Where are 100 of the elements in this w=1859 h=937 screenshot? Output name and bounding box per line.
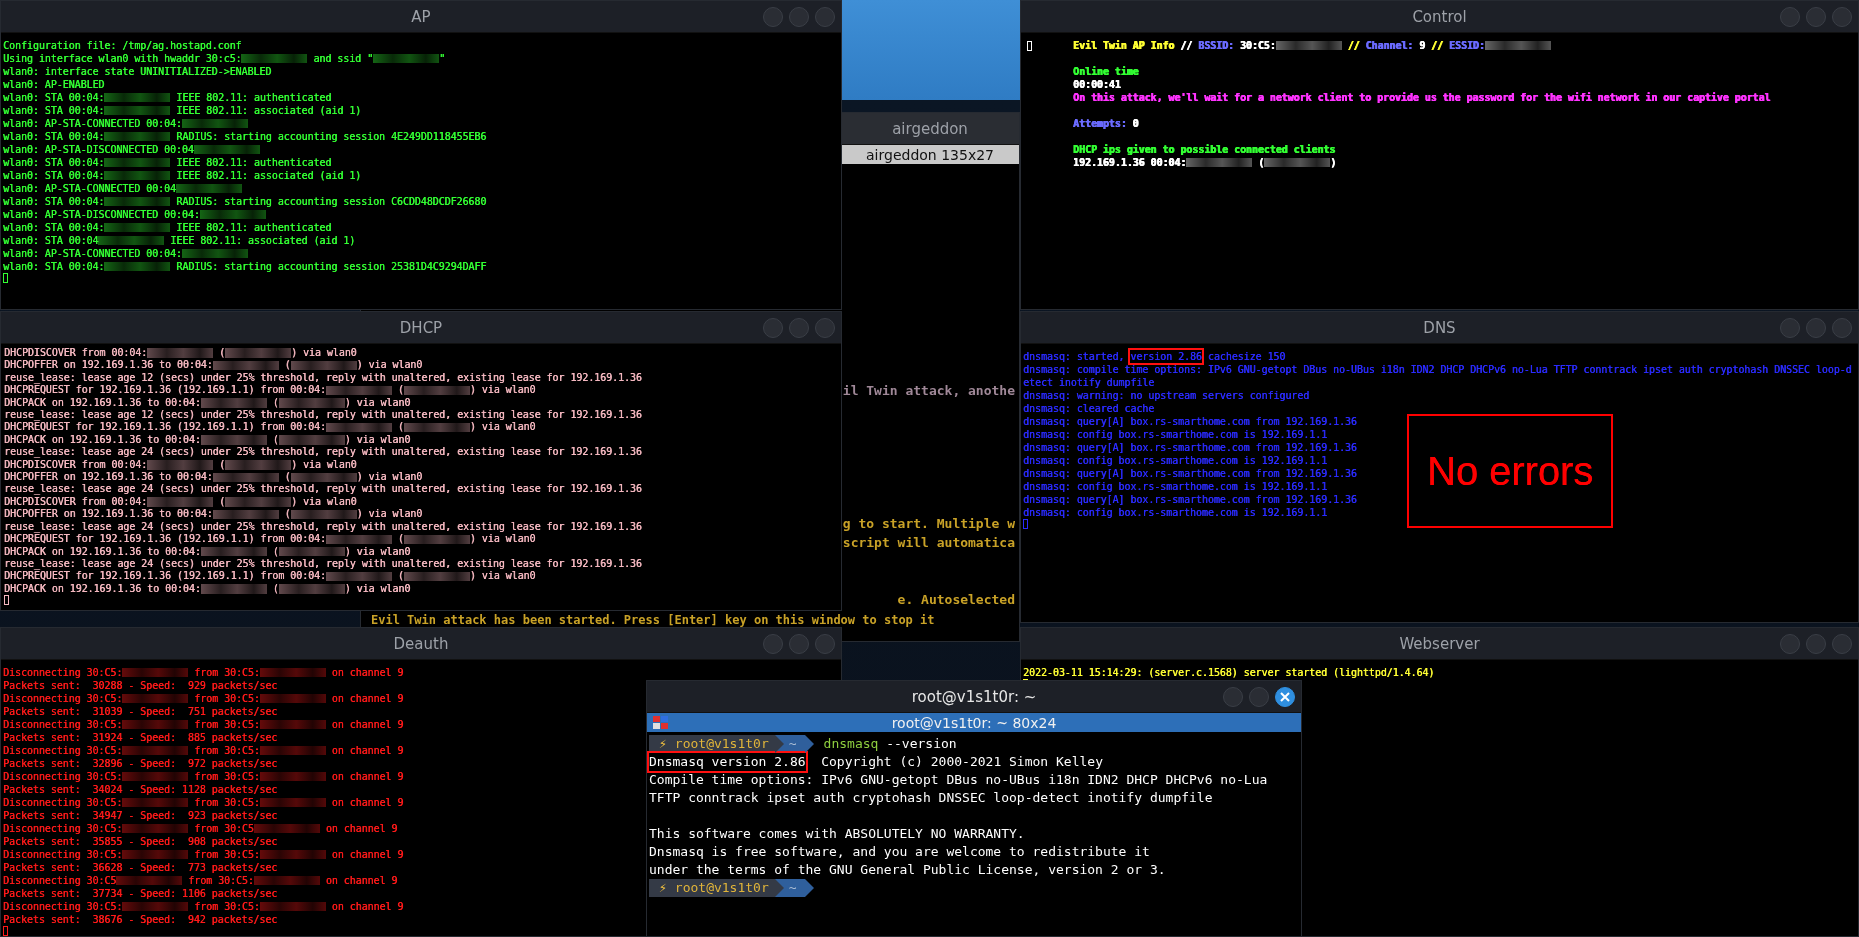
terminal-text: IEEE 802.11: associated (aid 1): [175, 104, 362, 117]
terminal-text: (: [218, 495, 225, 509]
blurred-mark: [290, 472, 357, 482]
terminal-text: from 30:C5:: [193, 796, 260, 809]
terminal-text: 30:C5:: [1238, 39, 1276, 52]
lightning-icon: ⚡: [659, 879, 667, 897]
minimize-button[interactable]: [1223, 686, 1243, 707]
prompt-user: root@v1s1t0r: [674, 879, 769, 897]
terminal-line: Packets sent: 35855 - Speed: 908 packets/sec: [3, 835, 278, 848]
blurred-mark: [1275, 40, 1342, 51]
terminal-text: DHCPACK on 192.169.1.36 to 00:04:: [4, 433, 201, 447]
terminal-text: from 30:C5:: [193, 692, 260, 705]
terminal-text: 0: [1131, 117, 1139, 130]
terminal-line: wlan0: interface state UNINITIALIZED->ENABLED: [3, 65, 272, 78]
blurred-mark: [325, 385, 392, 396]
terminal-text: wlan0: STA 00:04:: [3, 221, 105, 234]
terminal-text: ) via wlan0: [469, 384, 536, 397]
terminal-text: ESSID:: [1449, 39, 1485, 52]
blurred-mark: [98, 235, 165, 246]
maximize-button[interactable]: [1806, 633, 1826, 654]
blurred-mark: [122, 771, 189, 782]
terminal-line: dnsmasq: query[A] box.rs-smarthome.com from 192.169.1.36: [1023, 441, 1357, 454]
window-menu-icon[interactable]: [653, 715, 669, 730]
close-button[interactable]: [1275, 686, 1295, 707]
terminal-line: dnsmasq: cleared cache: [1023, 402, 1155, 415]
terminal-text: Disconnecting 30:C5:: [3, 770, 123, 783]
maximize-button[interactable]: [789, 633, 809, 654]
maximize-button[interactable]: [789, 6, 809, 27]
prompt-user: root@v1s1t0r: [674, 735, 769, 753]
terminal-text: DHCPACK on 192.169.1.36 to 00:04:: [4, 396, 201, 410]
terminal-line: TFTP conntrack ipset auth cryptohash DNSSEC loop-detect inotify dumpfile: [649, 789, 1213, 807]
terminal-text: IEEE 802.11: authenticated: [175, 156, 332, 169]
terminal-text: (: [283, 508, 291, 521]
terminal-line: reuse_lease: lease age 24 (secs) under 25% threshold, reply with unaltered, existing lease for 192.169.1.36: [4, 557, 642, 571]
blurred-mark: [278, 435, 345, 445]
blurred-mark: [325, 534, 392, 545]
blurred-mark: [122, 693, 189, 704]
terminal-text: wlan0: STA 00:04:: [3, 260, 105, 273]
terminal-text: on channel 9: [324, 874, 398, 887]
terminal-text: ) via wlan0: [356, 359, 423, 372]
blurred-mark: [122, 745, 189, 756]
terminal-text: from 30:C5:: [193, 900, 260, 913]
minimize-button[interactable]: [1780, 633, 1800, 654]
window-title: AP: [411, 7, 431, 26]
terminal-text: On this attack, we'll wait for a network client to provide us the password for the wifi network in our captive portal: [1073, 91, 1771, 104]
terminal-text: wlan0: STA 00:04:: [3, 156, 105, 169]
terminal-line: Packets sent: 31924 - Speed: 885 packets/sec: [3, 731, 278, 744]
maximize-button[interactable]: [789, 317, 809, 338]
blurred-mark: [212, 509, 279, 520]
terminal-text: (: [271, 396, 279, 410]
terminal-text: Disconnecting 30:C5:: [3, 822, 123, 835]
maximize-button[interactable]: [1249, 686, 1269, 707]
annotation-note: No errors: [1407, 414, 1613, 528]
blurred-mark: [147, 460, 214, 470]
terminal-text: RADIUS: starting accounting session 4E249DD118455EB6: [175, 130, 487, 143]
blurred-mark: [200, 546, 267, 557]
terminal-text: ) via wlan0: [469, 570, 536, 583]
tab-title[interactable]: root@v1s1t0r: ~ 80x24: [891, 714, 1057, 731]
minimize-button[interactable]: [1780, 317, 1800, 338]
terminal-text: DHCPREQUEST for 192.169.1.36 (192.169.1.1) from 00:04:: [4, 570, 326, 583]
window-title: DHCP: [399, 318, 443, 337]
blurred-mark: [253, 823, 320, 834]
blurred-mark: [259, 849, 326, 860]
terminal-text: DHCPDISCOVER from 00:04:: [4, 495, 148, 509]
terminal-text: on channel 9: [330, 770, 404, 783]
maximize-button[interactable]: [1806, 317, 1826, 338]
terminal-line: reuse_lease: lease age 24 (secs) under 25% threshold, reply with unaltered, existing lease for 192.169.1.36: [4, 446, 642, 459]
maximize-button[interactable]: [1806, 6, 1826, 27]
terminal-text: from 30:C5:: [187, 874, 254, 887]
blurred-mark: [241, 53, 308, 64]
lightning-icon: ⚡: [659, 735, 667, 753]
terminal-text: (: [1257, 156, 1265, 169]
blurred-mark: [403, 385, 470, 396]
minimize-button[interactable]: [1780, 6, 1800, 27]
terminal-line: dnsmasq: query[A] box.rs-smarthome.com from 192.169.1.36: [1023, 467, 1357, 480]
blurred-mark: [278, 584, 345, 594]
window-title: Control: [1412, 7, 1467, 26]
terminal-text: cachesize 150: [1206, 350, 1286, 363]
terminal-line: Configuration file: /tmp/ag.hostapd.conf: [3, 39, 242, 52]
blurred-mark: [259, 667, 326, 678]
minimize-button[interactable]: [763, 317, 783, 338]
minimize-button[interactable]: [763, 633, 783, 654]
terminal-text: RADIUS: starting accounting session 25381D4C9294DAFF: [175, 260, 487, 273]
blurred-mark: [325, 422, 392, 433]
minimize-button[interactable]: [763, 6, 783, 27]
terminal-line: g to start. Multiple w: [842, 515, 1015, 533]
tab-title[interactable]: airgeddon 135x27: [866, 146, 994, 163]
terminal-text: from 30:C5: [193, 822, 254, 835]
terminal-text: Disconnecting 30:C5: [3, 874, 117, 887]
powerline-arrow-icon: [804, 735, 814, 753]
terminal-text: wlan0: AP-STA-DISCONNECTED 00:04: [3, 143, 194, 156]
terminal-text: DHCPDISCOVER from 00:04:: [4, 458, 148, 472]
terminal-text: wlan0: AP-STA-CONNECTED 00:04: [3, 182, 176, 195]
terminal-line: Packets sent: 36628 - Speed: 773 packets/sec: [3, 861, 278, 874]
blurred-mark: [200, 398, 267, 408]
terminal-text: wlan0: STA 00:04:: [3, 91, 105, 104]
blurred-mark: [259, 901, 326, 912]
powerline-arrow-icon: [804, 879, 814, 897]
terminal-text: 192.169.1.36 00:04:: [1073, 156, 1187, 169]
terminal-text: (: [271, 545, 279, 558]
